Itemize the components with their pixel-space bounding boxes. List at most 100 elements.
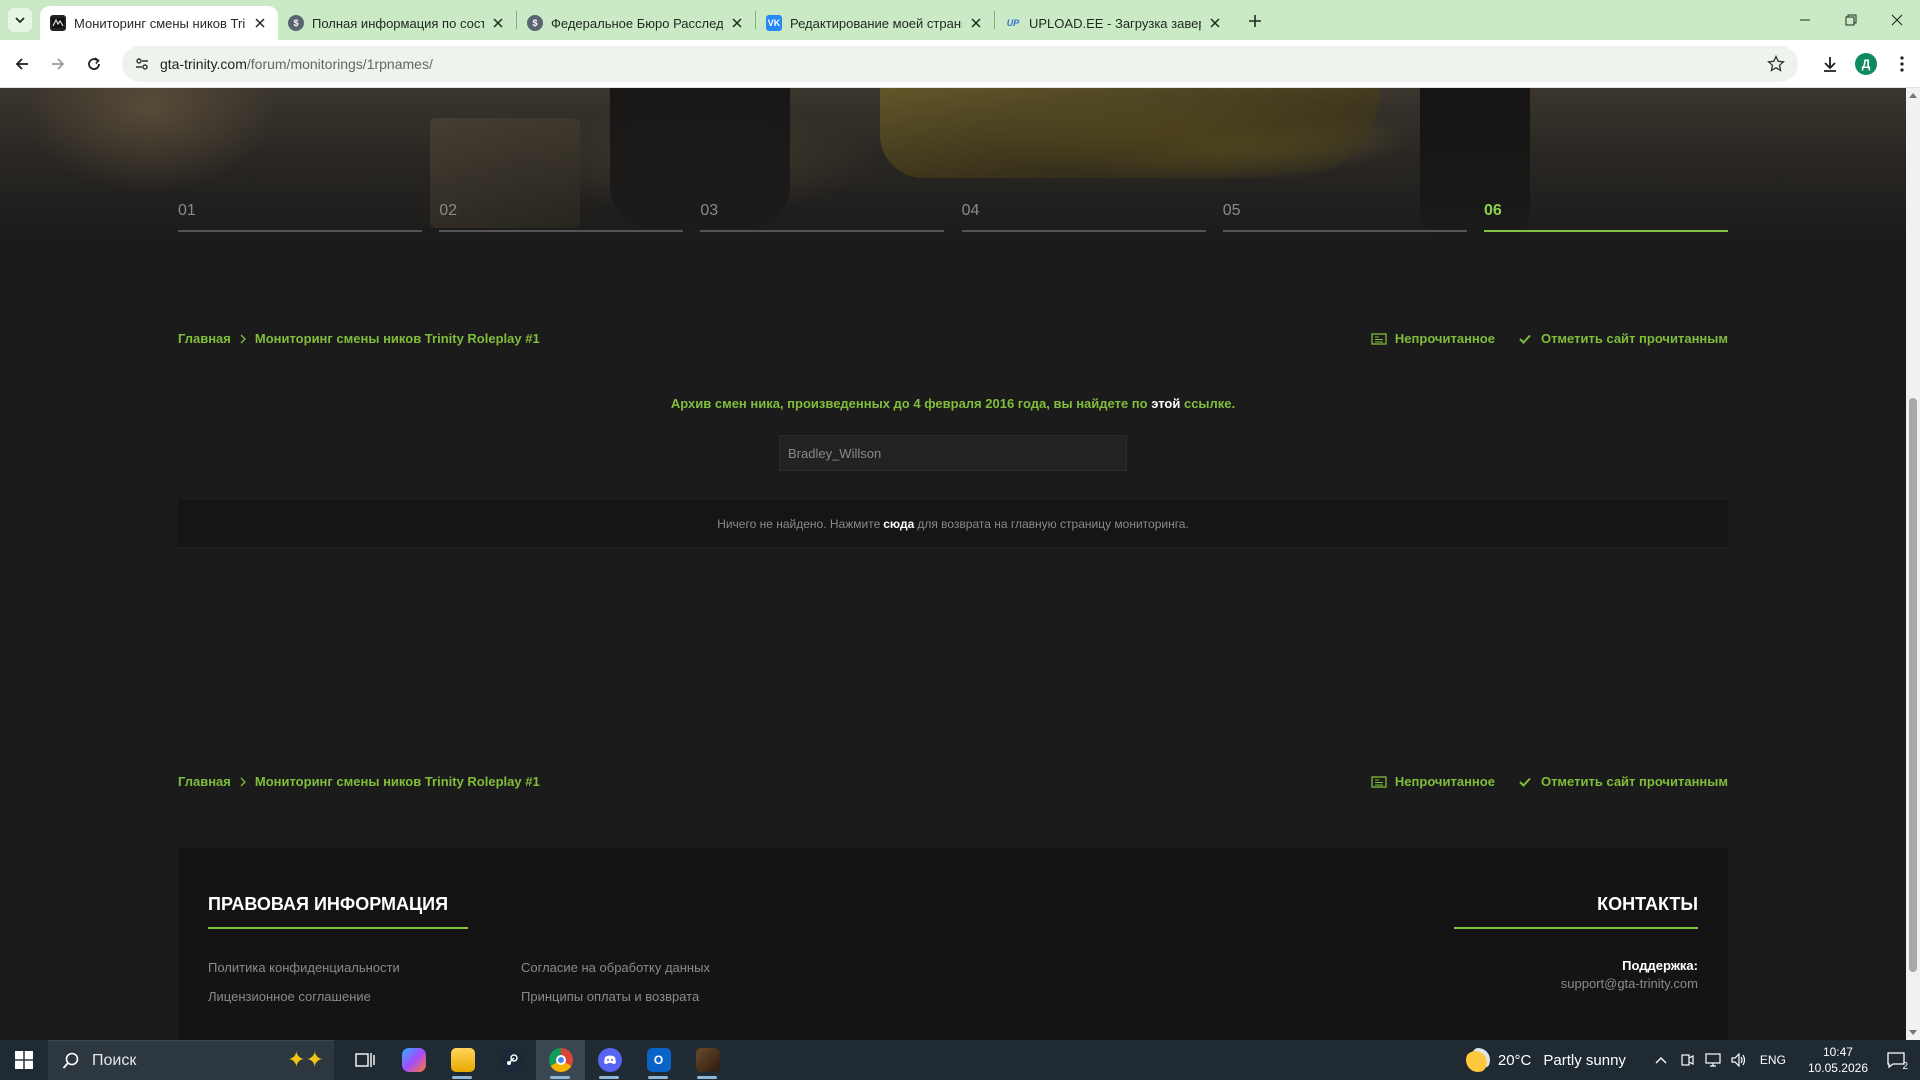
chevron-up-icon[interactable] (1651, 1050, 1671, 1070)
tab-upload-ee[interactable]: UP UPLOAD.EE - Загрузка заверше (995, 6, 1233, 40)
tab-title: Полная информация по состав (312, 15, 484, 31)
breadcrumb-current-link[interactable]: Мониторинг смены ников Trinity Roleplay … (255, 331, 540, 346)
browser-menu-button[interactable] (1884, 46, 1920, 82)
support-label: Поддержка: (1622, 958, 1698, 973)
tab-title: Мониторинг смены ников Trinity Roleplay … (74, 15, 246, 31)
archive-note-text: Архив смен ника, произведенных до 4 февр… (670, 396, 1152, 411)
bookmark-star-icon[interactable] (1766, 54, 1786, 74)
tab-close-icon[interactable] (1207, 15, 1223, 31)
minimize-icon (1800, 19, 1810, 21)
downloads-button[interactable] (1812, 46, 1848, 82)
scroll-down-arrow-icon[interactable] (1906, 1026, 1920, 1040)
mark-read-label: Отметить сайт прочитанным (1540, 774, 1728, 789)
windows-taskbar: Поиск ✦✦ O 20°C Partly sunny ENG 10:47 1… (0, 1040, 1920, 1080)
archive-note-text-end: ссылке. (1180, 396, 1236, 411)
url-host: gta-trinity.com (160, 56, 247, 72)
tab-close-icon[interactable] (729, 15, 745, 31)
profile-button[interactable]: Д (1848, 46, 1884, 82)
back-button[interactable] (10, 52, 34, 76)
input-language[interactable]: ENG (1760, 1053, 1786, 1067)
unread-link[interactable]: Непрочитанное (1371, 331, 1495, 346)
system-tray: 20°C Partly sunny ENG 10:47 10.05.2026 2 (1465, 1040, 1920, 1080)
chevron-right-icon (239, 777, 247, 787)
slider-step-04[interactable]: 04 (961, 202, 1206, 232)
arrow-right-icon (52, 58, 65, 70)
close-window-button[interactable] (1874, 0, 1920, 40)
camera-icon[interactable] (1677, 1050, 1697, 1070)
return-link[interactable]: сюда (883, 517, 914, 531)
slider-step-01[interactable]: 01 (178, 202, 422, 232)
mark-read-link[interactable]: Отметить сайт прочитанным (1517, 331, 1728, 346)
folder-icon (450, 1048, 475, 1072)
tab-monitoring[interactable]: Мониторинг смены ников Trinity Roleplay … (40, 6, 278, 40)
scroll-up-arrow-icon[interactable] (1906, 88, 1920, 102)
no-results-message: Ничего не найдено. Нажмите сюда для возв… (178, 500, 1728, 548)
check-icon (1517, 333, 1533, 345)
outlook-app[interactable]: O (634, 1040, 683, 1080)
discord-app[interactable] (585, 1040, 634, 1080)
license-agreement-link[interactable]: Лицензионное соглашение (208, 989, 371, 1004)
file-explorer-app[interactable] (438, 1040, 487, 1080)
weather-desc: Partly sunny (1543, 1051, 1626, 1069)
toolbar-right: Д (1812, 40, 1920, 88)
support-email-link[interactable]: support@gta-trinity.com (1561, 976, 1698, 991)
volume-icon[interactable] (1729, 1050, 1749, 1070)
url-path: /forum/monitorings/1rpnames/ (246, 56, 433, 72)
copilot-app[interactable] (389, 1040, 438, 1080)
restore-button[interactable] (1828, 0, 1874, 40)
breadcrumb-home-link[interactable]: Главная (178, 774, 231, 789)
breadcrumb: Главная Мониторинг смены ников Trinity R… (178, 331, 540, 346)
scrollbar-thumb[interactable] (1909, 398, 1917, 972)
reload-button[interactable] (82, 52, 106, 76)
task-view-button[interactable] (340, 1040, 389, 1080)
game-app[interactable] (683, 1040, 732, 1080)
chevron-right-icon (239, 334, 247, 344)
weather-widget[interactable]: 20°C Partly sunny (1465, 1048, 1626, 1072)
privacy-policy-link[interactable]: Политика конфиденциальности (208, 960, 400, 975)
dollar-favicon-icon: $ (288, 15, 304, 31)
payment-refund-link[interactable]: Принципы оплаты и возврата (521, 989, 699, 1004)
data-consent-link[interactable]: Согласие на обработку данных (521, 960, 710, 975)
clock-date: 10.05.2026 (1807, 1061, 1868, 1075)
search-icon (62, 1052, 80, 1070)
network-icon[interactable] (1703, 1050, 1723, 1070)
kebab-menu-icon (1900, 56, 1904, 72)
tab-title: UPLOAD.EE - Загрузка заверше (1029, 15, 1201, 31)
tab-close-icon[interactable] (252, 15, 268, 31)
site-settings-icon[interactable] (128, 50, 156, 78)
address-bar[interactable]: gta-trinity.com/forum/monitorings/1rpnam… (122, 46, 1798, 82)
notification-center-button[interactable]: 2 (1880, 1040, 1912, 1080)
archive-link[interactable]: этой (1151, 396, 1180, 411)
minimize-button[interactable] (1782, 0, 1828, 40)
unread-label: Непрочитанное (1394, 774, 1495, 789)
vk-favicon-icon: VK (766, 15, 782, 31)
nickname-search-input[interactable] (779, 435, 1127, 471)
breadcrumb-current-link[interactable]: Мониторинг смены ников Trinity Roleplay … (255, 774, 540, 789)
slider-step-05[interactable]: 05 (1222, 202, 1467, 232)
slider-step-06[interactable]: 06 (1483, 202, 1728, 232)
tab-vk-edit[interactable]: VK Редактирование моей страни (756, 6, 994, 40)
tab-title: Редактирование моей страни (790, 15, 962, 31)
slider-step-02[interactable]: 02 (439, 202, 684, 232)
unread-link[interactable]: Непрочитанное (1371, 774, 1495, 789)
windows-logo-icon (15, 1051, 33, 1069)
steam-app[interactable] (487, 1040, 536, 1080)
forward-button[interactable] (46, 52, 70, 76)
notification-count: 2 (1902, 1061, 1908, 1072)
tab-composition-info[interactable]: $ Полная информация по состав (278, 6, 516, 40)
breadcrumb-home-link[interactable]: Главная (178, 331, 231, 346)
taskbar-search-box[interactable]: Поиск ✦✦ (48, 1040, 334, 1080)
page-scrollbar[interactable] (1906, 88, 1920, 1040)
clock[interactable]: 10:47 10.05.2026 (1808, 1044, 1868, 1076)
slider-step-03[interactable]: 03 (700, 202, 945, 232)
new-tab-button[interactable] (1241, 7, 1269, 35)
tab-search-menu-button[interactable] (8, 8, 32, 32)
tab-close-icon[interactable] (968, 15, 984, 31)
tab-fbi[interactable]: $ Федеральное Бюро Расследов (517, 6, 755, 40)
close-icon (1891, 14, 1903, 26)
window-controls (1782, 0, 1920, 40)
tab-close-icon[interactable] (490, 15, 506, 31)
chrome-app[interactable] (536, 1040, 585, 1080)
start-button[interactable] (0, 1040, 48, 1080)
mark-read-link[interactable]: Отметить сайт прочитанным (1517, 774, 1728, 789)
